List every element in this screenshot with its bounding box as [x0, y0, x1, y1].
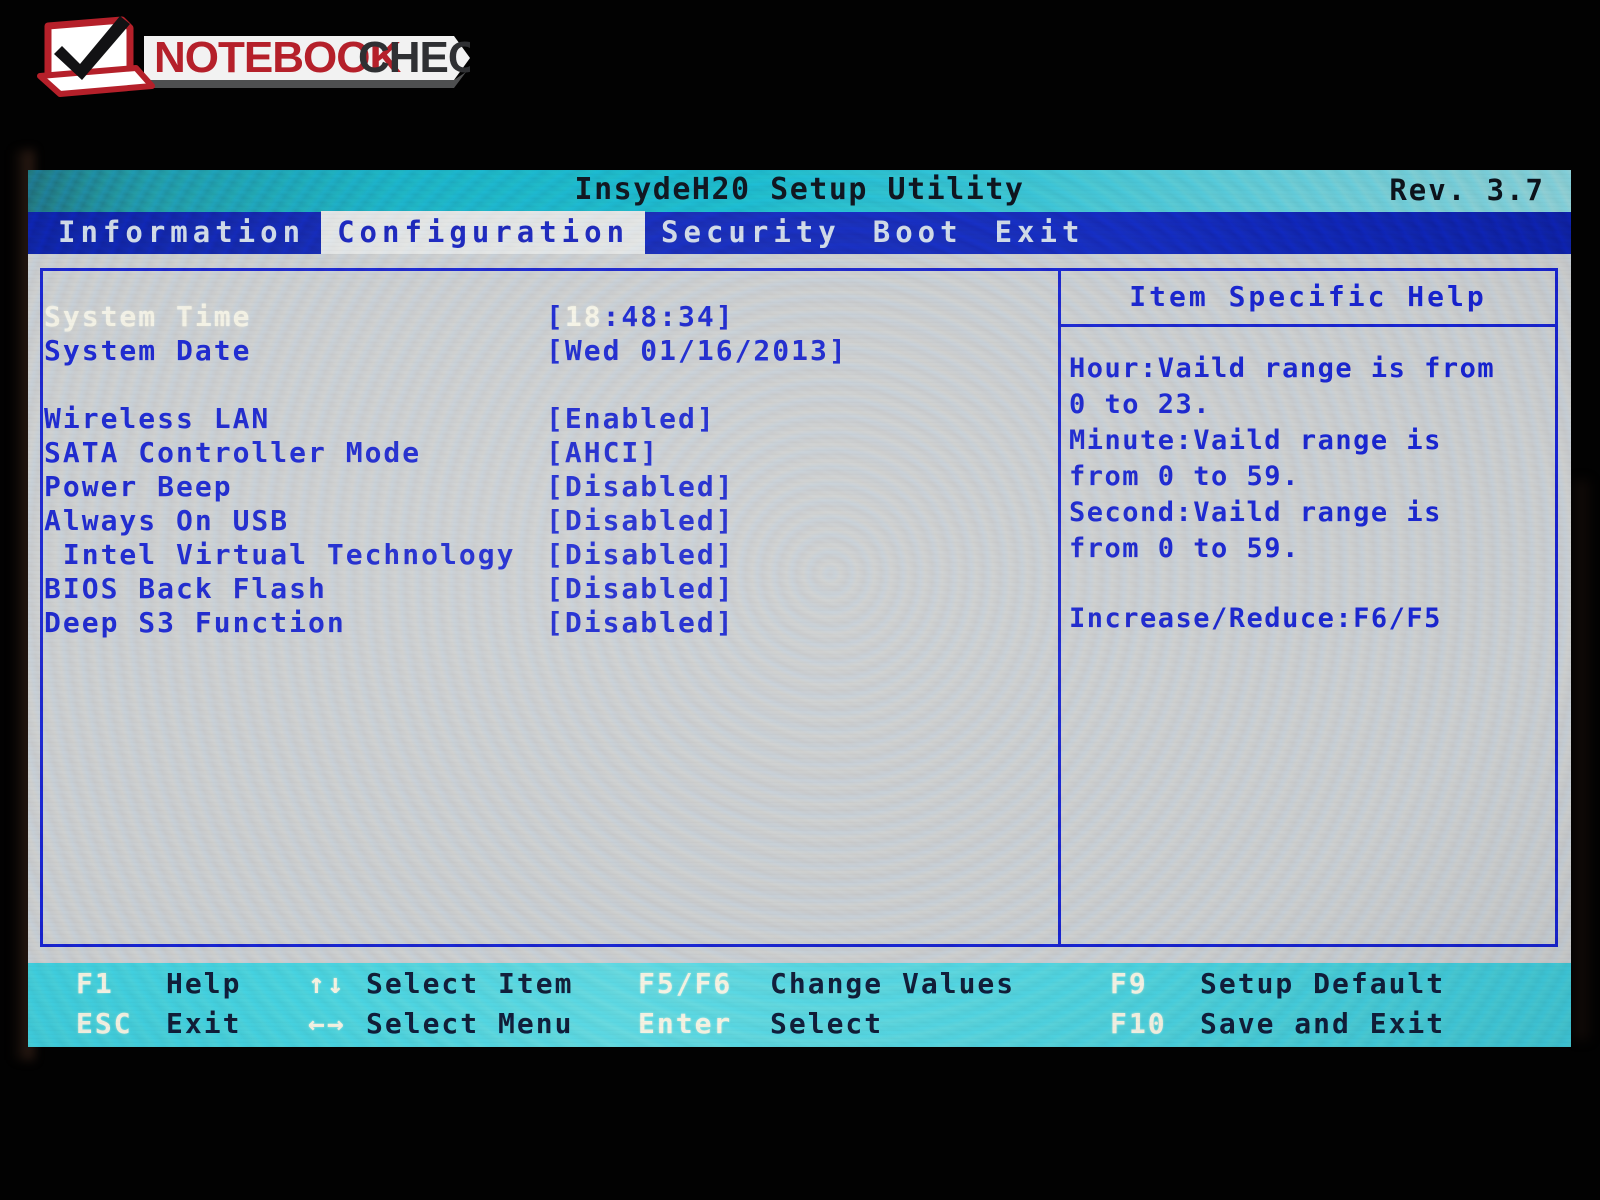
setting-label-deep-s3-function: Deep S3 Function: [44, 606, 346, 639]
help-increase-reduce-line: Increase/Reduce:F6/F5: [1069, 603, 1442, 634]
setting-label-bios-back-flash: BIOS Back Flash: [44, 572, 327, 605]
setting-row-intel-virtual-technology[interactable]: Intel Virtual Technology [Disabled]: [44, 538, 1004, 572]
bios-screen: InsydeH20 Setup Utility Rev. 3.7 Informa…: [28, 170, 1571, 1047]
time-bracket-open: [: [546, 300, 565, 333]
tab-security[interactable]: Security: [645, 211, 857, 255]
select-item-desc: Select Item: [366, 967, 574, 1000]
tab-configuration[interactable]: Configuration: [321, 211, 646, 255]
setup-default-desc: Setup Default: [1200, 967, 1446, 1000]
setting-row-system-date[interactable]: System Date [Wed 01/16/2013]: [44, 334, 1004, 368]
help-line-1: Hour:Vaild range is from: [1069, 353, 1496, 384]
select-desc: Select: [770, 1007, 884, 1040]
setting-value-intel-virtual-technology[interactable]: [Disabled]: [546, 538, 735, 572]
bezel-glow-right: [1576, 480, 1594, 1040]
item-specific-help-panel: Item Specific Help Hour:Vaild range is f…: [1058, 268, 1558, 947]
setting-label-system-time: System Time: [44, 300, 252, 333]
setting-value-always-on-usb[interactable]: [Disabled]: [546, 504, 735, 538]
setting-label-always-on-usb: Always On USB: [44, 504, 290, 537]
setting-value-power-beep[interactable]: [Disabled]: [546, 470, 735, 504]
key-enter[interactable]: Enter: [638, 1005, 732, 1043]
setting-value-sata-controller-mode[interactable]: [AHCI]: [546, 436, 659, 470]
setting-label-sata-controller-mode: SATA Controller Mode: [44, 436, 422, 469]
setting-row-always-on-usb[interactable]: Always On USB [Disabled]: [44, 504, 1004, 538]
setting-row-power-beep[interactable]: Power Beep [Disabled]: [44, 470, 1004, 504]
title-bar: InsydeH20 Setup Utility Rev. 3.7: [28, 170, 1571, 212]
help-line-4: from 0 to 59.: [1069, 461, 1300, 492]
setting-value-bios-back-flash[interactable]: [Disabled]: [546, 572, 735, 606]
key-legend-bar: F1 Help ↑↓ Select Item F5/F6 Change Valu…: [28, 963, 1571, 1047]
svg-text:CHECK: CHECK: [358, 33, 470, 82]
key-legend-row-2: ESC Exit ←→ Select Menu Enter Select F10…: [28, 1005, 1571, 1045]
change-values-desc: Change Values: [770, 967, 1016, 1000]
settings-list[interactable]: System Time [18:48:34] System Date [Wed …: [44, 300, 1004, 640]
arrow-left-right-icon: ←→: [308, 1007, 346, 1040]
help-panel-body: Hour:Vaild range is from 0 to 23. Minute…: [1061, 327, 1555, 637]
help-panel-title: Item Specific Help: [1061, 271, 1555, 327]
help-line-3: Minute:Vaild range is: [1069, 425, 1442, 456]
help-gap: [1069, 567, 1547, 601]
setting-row-sata-controller-mode[interactable]: SATA Controller Mode [AHCI]: [44, 436, 1004, 470]
key-f1[interactable]: F1: [76, 965, 114, 1003]
content-area: System Time [18:48:34] System Date [Wed …: [28, 254, 1571, 963]
setting-row-bios-back-flash[interactable]: BIOS Back Flash [Disabled]: [44, 572, 1004, 606]
settings-spacer: [44, 368, 1004, 402]
notebookcheck-watermark: NOTEBOOK CHECK: [26, 14, 512, 100]
tab-information[interactable]: Information: [42, 211, 321, 255]
key-esc-desc: Exit: [166, 1007, 242, 1040]
setting-label-system-date: System Date: [44, 334, 252, 367]
key-f10[interactable]: F10: [1110, 1005, 1167, 1043]
arrow-up-down-icon: ↑↓: [308, 967, 346, 1000]
setting-row-system-time[interactable]: System Time [18:48:34]: [44, 300, 1004, 334]
save-and-exit-desc: Save and Exit: [1200, 1007, 1446, 1040]
setting-row-deep-s3-function[interactable]: Deep S3 Function [Disabled]: [44, 606, 1004, 640]
menu-bar[interactable]: Information Configuration Security Boot …: [28, 211, 1571, 255]
key-legend-row-1: F1 Help ↑↓ Select Item F5/F6 Change Valu…: [28, 965, 1571, 1005]
help-line-2: 0 to 23.: [1069, 389, 1212, 420]
key-f9[interactable]: F9: [1110, 965, 1148, 1003]
select-menu-desc: Select Menu: [366, 1007, 574, 1040]
setting-label-wireless-lan: Wireless LAN: [44, 402, 271, 435]
bios-revision: Rev. 3.7: [1389, 173, 1545, 207]
tab-exit[interactable]: Exit: [979, 211, 1101, 255]
key-f1-desc: Help: [166, 967, 242, 1000]
help-line-6: from 0 to 59.: [1069, 533, 1300, 564]
setting-label-power-beep: Power Beep: [44, 470, 233, 503]
photo-of-laptop-screen: NOTEBOOK CHECK InsydeH20 Setup Utility R…: [0, 0, 1600, 1200]
setting-label-intel-virtual-technology: Intel Virtual Technology: [44, 538, 516, 571]
setting-value-wireless-lan[interactable]: [Enabled]: [546, 402, 716, 436]
time-hour-field[interactable]: 18: [565, 300, 603, 333]
time-rest: :48:34]: [602, 300, 735, 333]
setting-row-wireless-lan[interactable]: Wireless LAN [Enabled]: [44, 402, 1004, 436]
page-title: InsydeH20 Setup Utility: [574, 172, 1025, 207]
setting-value-system-date[interactable]: [Wed 01/16/2013]: [546, 334, 848, 368]
tab-boot[interactable]: Boot: [857, 211, 979, 255]
key-esc[interactable]: ESC: [76, 1005, 133, 1043]
help-line-5: Second:Vaild range is: [1069, 497, 1442, 528]
setting-value-deep-s3-function[interactable]: [Disabled]: [546, 606, 735, 640]
notebookcheck-logo-icon: NOTEBOOK CHECK: [37, 16, 512, 97]
setting-value-system-time[interactable]: [18:48:34]: [546, 300, 735, 334]
key-f5-f6[interactable]: F5/F6: [638, 965, 732, 1003]
